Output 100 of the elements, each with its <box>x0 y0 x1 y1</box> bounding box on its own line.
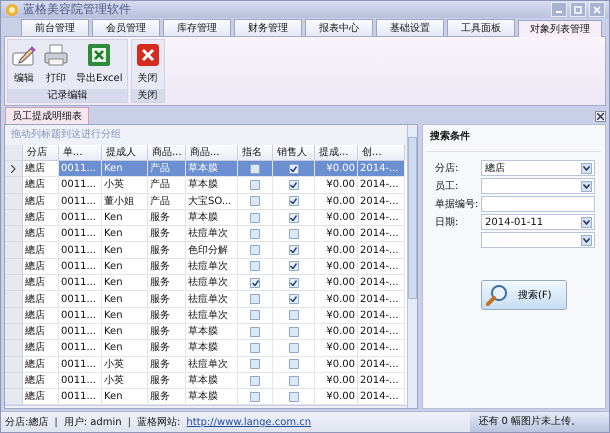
status-text: 分店:總店 <box>5 416 48 429</box>
dropdown-arrow-icon[interactable] <box>581 234 592 246</box>
table-row[interactable]: 總店 0011... Ken 服务 祛痘单次 ¥0.00 2014-... <box>5 291 407 308</box>
category-cell: 产品 <box>148 161 186 178</box>
column-header[interactable]: 商品... <box>186 145 238 161</box>
minimize-button[interactable] <box>551 2 567 17</box>
menu-tab[interactable]: 库存管理 <box>163 19 231 36</box>
checkbox[interactable] <box>250 261 260 272</box>
checkbox[interactable] <box>250 326 260 337</box>
status-text: 蓝格网站: <box>137 416 180 429</box>
search-button[interactable]: 搜索(F) <box>481 280 567 310</box>
print-button[interactable]: 打印 <box>40 40 72 89</box>
status-text: 用户: admin <box>64 416 122 429</box>
checkbox[interactable] <box>250 294 260 304</box>
upload-status: 还有 0 幅图片未上传。 <box>470 412 609 432</box>
dropdown-arrow-icon[interactable] <box>581 216 592 228</box>
product-cell: 草本膜 <box>186 161 238 178</box>
input-field[interactable] <box>481 196 595 212</box>
dropdown-field[interactable]: 總店 <box>481 160 595 176</box>
table-row[interactable]: 總店 0011... Ken 服务 祛痘单次 ¥0.00 2014-... <box>5 226 407 242</box>
menu-tab[interactable]: 对象列表管理 <box>518 20 602 37</box>
number-cell: 0011... <box>59 161 102 178</box>
checkbox[interactable] <box>250 196 260 206</box>
checkbox[interactable] <box>288 245 298 256</box>
checkbox[interactable] <box>288 326 298 337</box>
table-row[interactable]: 總店 0011... Ken 服务 祛痘单次 ¥0.00 2014-... <box>5 258 407 276</box>
column-header[interactable]: 提成人 <box>102 145 148 161</box>
checkbox[interactable] <box>288 294 298 304</box>
column-header[interactable]: 分店 <box>23 145 59 161</box>
menu-tab[interactable]: 财务管理 <box>234 19 302 36</box>
column-header[interactable]: 销售人 <box>273 145 315 161</box>
table-row[interactable]: 總店 0011... Ken 服务 草本膜 ¥0.00 2014-... <box>5 340 407 357</box>
checkbox[interactable] <box>250 245 260 256</box>
checkbox[interactable] <box>288 392 298 402</box>
table-row[interactable]: 總店 0011... Ken 服务 草本膜 ¥0.00 2014-... <box>5 389 407 406</box>
menu-tab[interactable]: 工具面板 <box>447 19 515 36</box>
field-label: 单据编号: <box>434 198 479 211</box>
maximize-button[interactable] <box>570 2 586 17</box>
checkbox[interactable] <box>288 212 298 223</box>
table-row[interactable]: 總店 0011... Ken 服务 草本膜 ¥0.00 2014-... <box>5 324 407 340</box>
checkbox[interactable] <box>250 392 260 402</box>
website-link[interactable]: http://www.lange.com.cn <box>186 416 312 428</box>
checkbox[interactable] <box>288 164 298 174</box>
checkbox[interactable] <box>250 376 260 386</box>
group-hint: 拖动列标题到这进行分组 <box>10 128 122 142</box>
menu-tab[interactable]: 基础设置 <box>376 19 444 36</box>
panel-title: 搜索条件 <box>427 127 601 152</box>
checkbox[interactable] <box>288 196 298 206</box>
excel-button[interactable]: 导出Excel <box>72 40 126 89</box>
checkbox[interactable] <box>250 342 260 353</box>
checkbox[interactable] <box>250 228 260 239</box>
table-row[interactable]: 總店 0011... Ken 产品 草本膜 ¥0.00 2014-... <box>5 161 407 178</box>
checkbox[interactable] <box>250 212 260 223</box>
checkbox[interactable] <box>250 180 260 190</box>
table-row[interactable]: 總店 0011... Ken 服务 草本膜 ¥0.00 2014-... <box>5 210 407 226</box>
close-icon <box>136 43 160 67</box>
menu-tab[interactable]: 前台管理 <box>21 19 89 36</box>
close-icon[interactable] <box>595 111 606 122</box>
separator: | <box>54 416 58 428</box>
table-row[interactable]: 總店 0011... 小英 服务 草本膜 ¥0.00 2014-... <box>5 372 407 390</box>
close-button[interactable] <box>589 2 605 17</box>
checkbox[interactable] <box>288 261 298 272</box>
printer-icon <box>44 43 68 67</box>
column-header[interactable]: 商品... <box>148 145 186 161</box>
column-header[interactable]: 单... <box>59 145 102 161</box>
table-row[interactable]: 總店 0011... 小英 服务 祛痘单次 ¥0.00 2014-... <box>5 356 407 373</box>
close-button[interactable]: 关闭 <box>132 40 164 89</box>
document-tab[interactable]: 员工提成明细表 <box>5 107 89 124</box>
checkbox[interactable] <box>288 278 298 288</box>
dropdown-arrow-icon[interactable] <box>581 180 592 192</box>
column-header[interactable]: 提成... <box>315 145 358 161</box>
checkbox[interactable] <box>288 342 298 353</box>
menu-tab[interactable]: 报表中心 <box>305 19 373 36</box>
scrollbar[interactable] <box>407 125 417 408</box>
checkbox[interactable] <box>250 164 260 174</box>
menu-tab[interactable]: 会员管理 <box>92 19 160 36</box>
edit-button[interactable]: 编辑 <box>8 40 40 89</box>
dropdown-field[interactable] <box>481 178 595 194</box>
magnifier-icon <box>486 284 508 306</box>
spreadsheet-icon <box>87 43 112 67</box>
table-row[interactable]: 總店 0011... 董小姐 产品 大宝SO... ¥0.00 2014-... <box>5 194 407 210</box>
checkbox[interactable] <box>288 310 298 320</box>
current-row-icon <box>11 164 16 173</box>
checkbox[interactable] <box>288 376 298 386</box>
table-row[interactable]: 總店 0011... Ken 服务 色印分解 ¥0.00 2014-... <box>5 242 407 259</box>
dropdown-field[interactable] <box>481 232 595 248</box>
checkbox[interactable] <box>288 180 298 190</box>
table-row[interactable]: 總店 0011... Ken 服务 祛痘单次 ¥0.00 2014-... <box>5 308 407 324</box>
checkbox[interactable] <box>288 359 298 370</box>
table-row[interactable]: 總店 0011... Ken 服务 祛痘单次 ¥0.00 2014-... <box>5 275 407 292</box>
table-row[interactable]: 總店 0011... 小英 产品 草本膜 ¥0.00 2014-... <box>5 177 407 194</box>
checkbox[interactable] <box>250 278 260 288</box>
dropdown-arrow-icon[interactable] <box>581 162 592 174</box>
column-header[interactable]: 指名 <box>238 145 273 161</box>
checkbox[interactable] <box>250 310 260 320</box>
checkbox[interactable] <box>288 228 298 239</box>
column-header[interactable]: 创... <box>358 145 405 161</box>
dropdown-field[interactable]: 2014-01-11 <box>481 214 595 230</box>
amount-cell: ¥0.00 <box>315 161 358 178</box>
checkbox[interactable] <box>250 359 260 370</box>
